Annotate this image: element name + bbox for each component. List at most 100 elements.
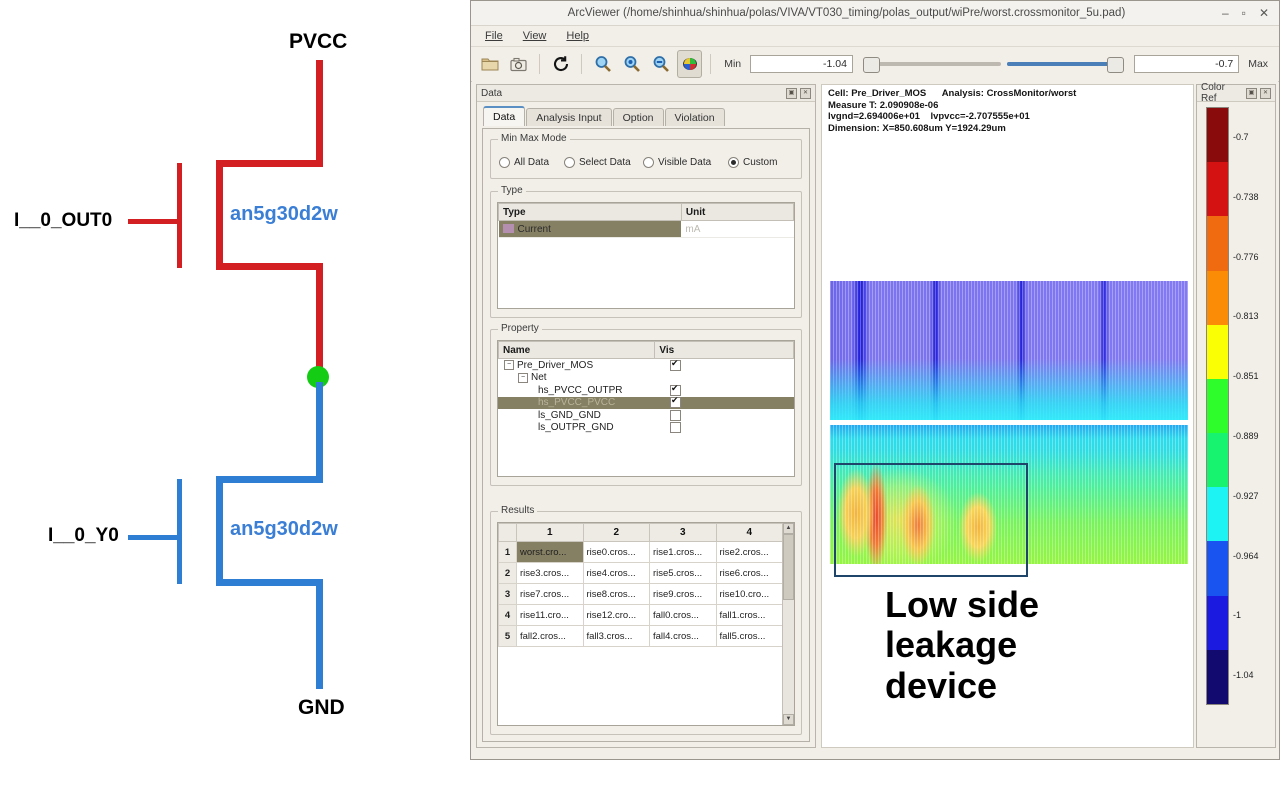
- table-row[interactable]: 3 rise7.cros... rise8.cros... rise9.cros…: [498, 583, 783, 605]
- gnd-rail-wire: [316, 579, 323, 689]
- scroll-down-icon[interactable]: ▼: [783, 714, 794, 725]
- results-cell[interactable]: rise7.cros...: [516, 583, 584, 605]
- results-cell[interactable]: rise3.cros...: [516, 562, 584, 584]
- vis-checkbox-ls-outpr-gnd[interactable]: [670, 422, 681, 434]
- color-scale-segment: [1207, 378, 1228, 434]
- results-cell[interactable]: rise1.cros...: [649, 541, 717, 563]
- results-cell[interactable]: fall1.cros...: [715, 604, 783, 626]
- color-ref-float-icon[interactable]: ▣: [1246, 87, 1257, 99]
- table-row[interactable]: 4 rise11.cro... rise12.cro... fall0.cros…: [498, 604, 783, 626]
- results-col-1[interactable]: 1: [516, 523, 584, 542]
- expander-icon[interactable]: −: [504, 360, 514, 371]
- min-slider[interactable]: [862, 55, 1001, 73]
- table-row[interactable]: 5 fall2.cros... fall3.cros... fall4.cros…: [498, 625, 783, 647]
- table-row[interactable]: 1 worst.cro... rise0.cros... rise1.cros.…: [498, 541, 783, 563]
- menu-help[interactable]: Help: [566, 30, 589, 42]
- pvcc-label: PVCC: [289, 30, 348, 53]
- tab-violation[interactable]: Violation: [664, 108, 725, 126]
- property-group-label: Property: [498, 323, 542, 334]
- expander-icon[interactable]: −: [518, 372, 528, 383]
- zoom-in-icon[interactable]: [619, 50, 644, 78]
- vis-checkbox-hs-pvcc-pvcc[interactable]: [670, 395, 681, 409]
- results-vertical-scrollbar[interactable]: ▲ ▼: [782, 523, 794, 725]
- radio-select-data[interactable]: Select Data: [564, 157, 631, 168]
- tree-item-ls-outpr-gnd[interactable]: ls_OUTPR_GND: [498, 422, 794, 435]
- type-header-row: Type Unit: [498, 203, 794, 221]
- results-cell[interactable]: rise10.cro...: [715, 583, 783, 605]
- vis-checkbox-pre-driver-mos[interactable]: [670, 358, 681, 371]
- tree-item-net[interactable]: − Net: [498, 372, 794, 385]
- max-input[interactable]: -0.7: [1133, 55, 1240, 73]
- tree-item-pre-driver-mos[interactable]: − Pre_Driver_MOS: [498, 358, 794, 372]
- tree-item-hs-pvcc-outpr[interactable]: hs_PVCC_OUTPR: [498, 383, 794, 397]
- max-slider[interactable]: [1006, 55, 1124, 73]
- results-cell[interactable]: rise6.cros...: [715, 562, 783, 584]
- color-ref-close-icon[interactable]: ✕: [1260, 87, 1271, 99]
- table-row[interactable]: Current mA: [498, 220, 794, 238]
- results-table[interactable]: 1 2 3 4 1 worst.cro... rise0.cros... ris…: [497, 522, 795, 726]
- heatmap-gradient-upper: [830, 281, 1188, 420]
- color-scale-tick-label: -0.889: [1233, 430, 1259, 441]
- results-cell[interactable]: fall2.cros...: [516, 625, 584, 647]
- snapshot-camera-icon[interactable]: [506, 50, 531, 78]
- results-cell[interactable]: rise2.cros...: [715, 541, 783, 563]
- results-cell[interactable]: rise0.cros...: [582, 541, 650, 563]
- tab-data[interactable]: Data: [483, 106, 526, 126]
- tab-option[interactable]: Option: [612, 108, 664, 126]
- vis-checkbox-hs-pvcc-outpr[interactable]: [670, 383, 681, 396]
- type-cell-current[interactable]: Current: [498, 220, 682, 238]
- radio-all-data-label: All Data: [514, 157, 550, 168]
- type-table[interactable]: Type Unit Current mA: [497, 202, 795, 309]
- min-input[interactable]: -1.04: [750, 55, 853, 73]
- results-cell[interactable]: fall3.cros...: [582, 625, 650, 647]
- table-row[interactable]: 2 rise3.cros... rise4.cros... rise5.cros…: [498, 562, 783, 584]
- radio-all-data-indicator[interactable]: [499, 157, 510, 168]
- property-tree[interactable]: Name Vis − Pre_Driver_MOS −: [497, 340, 795, 477]
- radio-custom[interactable]: Custom: [728, 157, 777, 168]
- results-cell[interactable]: rise12.cro...: [582, 604, 650, 626]
- tab-analysis-input[interactable]: Analysis Input: [526, 108, 612, 126]
- results-col-2[interactable]: 2: [582, 523, 650, 542]
- radio-visible-data[interactable]: Visible Data: [643, 157, 711, 168]
- radio-all-data[interactable]: All Data: [499, 157, 549, 168]
- menu-view[interactable]: View: [523, 30, 547, 42]
- results-cell[interactable]: rise8.cros...: [582, 583, 650, 605]
- color-scale-tick-label: -0.813: [1233, 311, 1259, 322]
- radio-select-data-indicator[interactable]: [564, 157, 575, 168]
- minimize-button[interactable]: –: [1222, 7, 1229, 19]
- results-cell[interactable]: rise9.cros...: [649, 583, 717, 605]
- results-cell[interactable]: fall4.cros...: [649, 625, 717, 647]
- results-cell[interactable]: fall5.cros...: [715, 625, 783, 647]
- scrollbar-thumb[interactable]: [783, 534, 794, 600]
- close-button[interactable]: ✕: [1259, 7, 1269, 19]
- pmos-gate-plate: [177, 163, 182, 268]
- zoom-fit-icon[interactable]: [590, 50, 615, 78]
- results-col-4[interactable]: 4: [715, 523, 783, 542]
- open-folder-icon[interactable]: [477, 50, 502, 78]
- layout-canvas[interactable]: Cell: Pre_Driver_MOS Analysis: CrossMoni…: [821, 84, 1194, 748]
- results-cell[interactable]: worst.cro...: [516, 541, 584, 563]
- scroll-up-icon[interactable]: ▲: [783, 523, 794, 534]
- results-cell[interactable]: rise5.cros...: [649, 562, 717, 584]
- refresh-icon[interactable]: [548, 50, 573, 78]
- radio-custom-indicator[interactable]: [728, 157, 739, 168]
- circuit-schematic: PVCC I__0_OUT0 an5g30d2w I__0_Y0 an5g30d…: [0, 0, 470, 797]
- tree-item-ls-gnd-gnd[interactable]: ls_GND_GND: [498, 409, 794, 422]
- min-slider-thumb[interactable]: [862, 57, 880, 73]
- radio-visible-data-indicator[interactable]: [643, 157, 654, 168]
- maximize-button[interactable]: ▫: [1242, 7, 1246, 19]
- results-cell[interactable]: rise4.cros...: [582, 562, 650, 584]
- color-palette-icon[interactable]: [677, 50, 703, 78]
- max-slider-thumb[interactable]: [1106, 57, 1124, 73]
- dock-float-icon[interactable]: ▣: [786, 87, 797, 99]
- vis-checkbox-ls-gnd-gnd[interactable]: [670, 409, 681, 421]
- results-col-3[interactable]: 3: [649, 523, 717, 542]
- dock-close-icon[interactable]: ✕: [800, 87, 811, 99]
- min-label: Min: [724, 58, 742, 70]
- results-cell[interactable]: fall0.cros...: [649, 604, 717, 626]
- max-label: Max: [1248, 58, 1269, 70]
- zoom-out-icon[interactable]: [648, 50, 673, 78]
- results-cell[interactable]: rise11.cro...: [516, 604, 584, 626]
- menu-file[interactable]: File: [485, 30, 503, 42]
- tree-item-hs-pvcc-pvcc[interactable]: hs_PVCC_PVCC: [498, 395, 794, 409]
